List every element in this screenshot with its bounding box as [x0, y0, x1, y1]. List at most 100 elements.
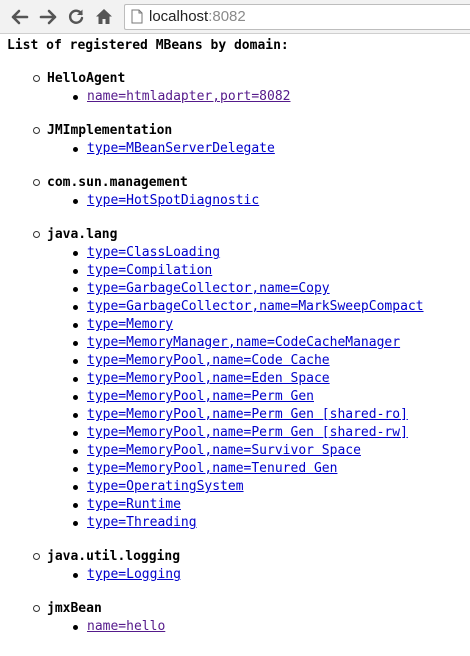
mbean-item: type=OperatingSystem — [73, 478, 470, 496]
mbean-item: type=Logging — [73, 566, 470, 584]
disc-bullet-icon — [73, 147, 78, 152]
domain-name: JMImplementation — [47, 123, 173, 138]
disc-bullet-icon — [73, 305, 78, 310]
mbean-list: type=Logging — [47, 566, 470, 584]
home-button[interactable] — [92, 5, 115, 29]
disc-bullet-icon — [73, 95, 78, 100]
reload-icon — [68, 9, 83, 24]
mbean-item: type=Memory — [73, 316, 470, 334]
page-content: List of registered MBeans by domain: Hel… — [0, 34, 470, 636]
mbean-item: type=MemoryPool,name=Perm Gen [shared-rw… — [73, 424, 470, 442]
mbean-link[interactable]: type=MBeanServerDelegate — [87, 141, 275, 156]
domain-item: HelloAgent name=htmladapter,port=8082 — [33, 70, 470, 106]
domain-item: com.sun.management type=HotSpotDiagnostic — [33, 174, 470, 210]
mbean-link[interactable]: type=MemoryPool,name=Perm Gen [shared-rw… — [87, 425, 408, 440]
mbean-link[interactable]: type=Memory — [87, 317, 173, 332]
disc-bullet-icon — [73, 467, 78, 472]
address-bar[interactable]: localhost:8082 — [124, 3, 470, 30]
mbean-item: type=Threading — [73, 514, 470, 532]
mbean-list: name=hello — [47, 618, 470, 636]
mbean-item: type=HotSpotDiagnostic — [73, 192, 470, 210]
mbean-link[interactable]: type=GarbageCollector,name=MarkSweepComp… — [87, 299, 424, 314]
circle-bullet-icon — [33, 179, 40, 186]
disc-bullet-icon — [73, 485, 78, 490]
mbean-item: type=MemoryPool,name=Perm Gen — [73, 388, 470, 406]
mbean-item: type=MemoryManager,name=CodeCacheManager — [73, 334, 470, 352]
back-arrow-icon — [11, 9, 28, 24]
mbean-link[interactable]: type=MemoryPool,name=Perm Gen — [87, 389, 314, 404]
disc-bullet-icon — [73, 431, 78, 436]
disc-bullet-icon — [73, 413, 78, 418]
mbean-list: type=HotSpotDiagnostic — [47, 192, 470, 210]
mbean-link[interactable]: type=MemoryManager,name=CodeCacheManager — [87, 335, 400, 350]
mbean-item: type=Runtime — [73, 496, 470, 514]
mbean-link[interactable]: type=HotSpotDiagnostic — [87, 193, 259, 208]
mbean-link[interactable]: type=MemoryPool,name=Code Cache — [87, 353, 330, 368]
mbean-item: name=htmladapter,port=8082 — [73, 88, 470, 106]
mbean-list: type=ClassLoading type=Compilation type=Ga… — [47, 244, 470, 532]
mbean-link[interactable]: name=hello — [87, 619, 165, 634]
page-heading: List of registered MBeans by domain: — [7, 38, 289, 53]
disc-bullet-icon — [73, 269, 78, 274]
circle-bullet-icon — [33, 127, 40, 134]
mbean-item: type=GarbageCollector,name=Copy — [73, 280, 470, 298]
mbean-item: type=ClassLoading — [73, 244, 470, 262]
mbean-item: type=Compilation — [73, 262, 470, 280]
domain-name: java.lang — [47, 227, 118, 242]
mbean-link[interactable]: type=MemoryPool,name=Perm Gen [shared-ro… — [87, 407, 408, 422]
domain-name: HelloAgent — [47, 71, 126, 86]
mbean-link[interactable]: type=OperatingSystem — [87, 479, 244, 494]
url-port: :8082 — [208, 8, 246, 25]
disc-bullet-icon — [73, 377, 78, 382]
mbean-link[interactable]: type=MemoryPool,name=Tenured Gen — [87, 461, 337, 476]
mbean-link[interactable]: type=MemoryPool,name=Eden Space — [87, 371, 330, 386]
mbean-list: type=MBeanServerDelegate — [47, 140, 470, 158]
domain-item: JMImplementation type=MBeanServerDelegate — [33, 122, 470, 158]
mbean-link[interactable]: type=MemoryPool,name=Survivor Space — [87, 443, 361, 458]
mbean-item: name=hello — [73, 618, 470, 636]
forward-arrow-icon — [39, 9, 56, 24]
disc-bullet-icon — [73, 521, 78, 526]
back-button[interactable] — [8, 5, 31, 29]
circle-bullet-icon — [33, 231, 40, 238]
mbean-list: name=htmladapter,port=8082 — [47, 88, 470, 106]
page-icon — [131, 9, 143, 24]
home-icon — [95, 9, 112, 24]
disc-bullet-icon — [73, 625, 78, 630]
disc-bullet-icon — [73, 573, 78, 578]
reload-button[interactable] — [64, 5, 87, 29]
mbean-item: type=MemoryPool,name=Code Cache — [73, 352, 470, 370]
domain-name: com.sun.management — [47, 175, 188, 190]
mbean-item: type=MemoryPool,name=Survivor Space — [73, 442, 470, 460]
disc-bullet-icon — [73, 323, 78, 328]
mbean-link[interactable]: type=Compilation — [87, 263, 212, 278]
domain-list: HelloAgent name=htmladapter,port=8082 JMIm… — [7, 70, 470, 636]
circle-bullet-icon — [33, 605, 40, 612]
mbean-item: type=MBeanServerDelegate — [73, 140, 470, 158]
mbean-link[interactable]: type=Logging — [87, 567, 181, 582]
disc-bullet-icon — [73, 395, 78, 400]
disc-bullet-icon — [73, 199, 78, 204]
domain-item: jmxBean name=hello — [33, 600, 470, 636]
forward-button[interactable] — [36, 5, 59, 29]
circle-bullet-icon — [33, 553, 40, 560]
disc-bullet-icon — [73, 341, 78, 346]
disc-bullet-icon — [73, 251, 78, 256]
mbean-item: type=MemoryPool,name=Eden Space — [73, 370, 470, 388]
mbean-item: type=MemoryPool,name=Tenured Gen — [73, 460, 470, 478]
mbean-link[interactable]: type=Threading — [87, 515, 197, 530]
mbean-link[interactable]: type=GarbageCollector,name=Copy — [87, 281, 330, 296]
mbean-item: type=GarbageCollector,name=MarkSweepComp… — [73, 298, 470, 316]
mbean-item: type=MemoryPool,name=Perm Gen [shared-ro… — [73, 406, 470, 424]
disc-bullet-icon — [73, 503, 78, 508]
domain-name: java.util.logging — [47, 549, 181, 564]
circle-bullet-icon — [33, 75, 40, 82]
disc-bullet-icon — [73, 449, 78, 454]
url-host: localhost — [149, 8, 209, 25]
domain-name: jmxBean — [47, 601, 102, 616]
mbean-link[interactable]: type=ClassLoading — [87, 245, 220, 260]
disc-bullet-icon — [73, 287, 78, 292]
mbean-link[interactable]: type=Runtime — [87, 497, 181, 512]
domain-item: java.util.logging type=Logging — [33, 548, 470, 584]
mbean-link[interactable]: name=htmladapter,port=8082 — [87, 89, 291, 104]
